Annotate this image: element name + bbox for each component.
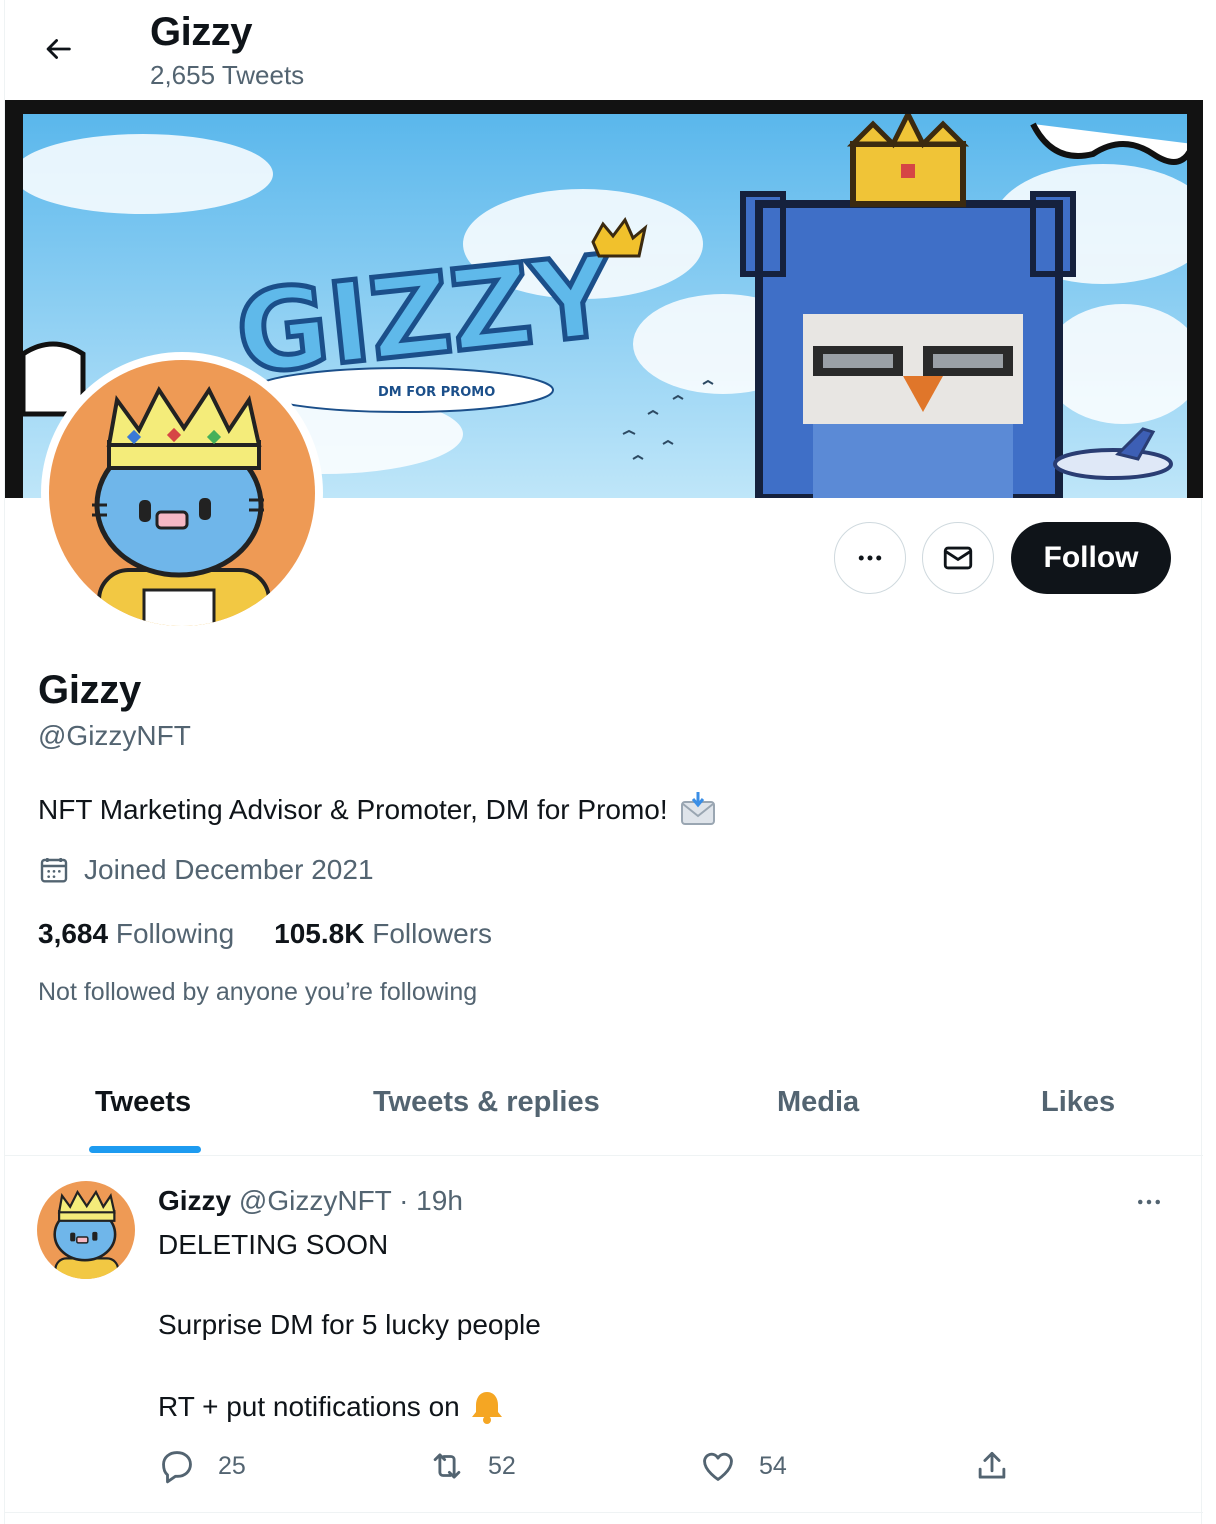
reply-count: 25 (218, 1451, 246, 1480)
followers-link[interactable]: 105.8K Followers (274, 918, 492, 950)
profile-bio: NFT Marketing Advisor & Promoter, DM for… (38, 790, 718, 830)
like-icon (703, 1452, 733, 1481)
following-link[interactable]: 3,684 Following (38, 918, 234, 950)
tweet-avatar-image (37, 1181, 135, 1279)
joined-text: Joined December 2021 (84, 854, 374, 885)
tweet-actions: 25 52 54 (158, 1447, 1058, 1497)
profile-avatar[interactable] (41, 352, 323, 634)
profile-tabs: Tweets Tweets & replies Media Likes (5, 1060, 1203, 1156)
followers-count: 105.8K (274, 918, 365, 949)
like-button[interactable]: 54 (699, 1447, 787, 1485)
bio-text: NFT Marketing Advisor & Promoter, DM for… (38, 794, 668, 825)
tweet-text-line-2: Surprise DM for 5 lucky people (158, 1309, 541, 1340)
incoming-envelope-emoji (680, 792, 715, 825)
profile-header: Gizzy 2,655 Tweets (5, 0, 1203, 100)
like-count: 54 (759, 1451, 787, 1480)
bell-emoji (471, 1392, 502, 1424)
calendar-icon (40, 858, 68, 883)
tab-tweets[interactable]: Tweets (95, 1086, 191, 1119)
more-options-button[interactable] (834, 522, 906, 594)
tweet-separator: · (399, 1185, 409, 1216)
back-arrow-icon (46, 39, 71, 59)
follow-stats: 3,684 Following 105.8K Followers (38, 918, 492, 950)
retweet-button[interactable]: 52 (428, 1447, 516, 1485)
message-button[interactable] (922, 522, 994, 594)
profile-name: Gizzy (38, 668, 141, 712)
following-count: 3,684 (38, 918, 109, 949)
profile-column: Gizzy 2,655 Tweets GIZZY DM FOR PROMO Fo… (4, 0, 1203, 1524)
active-tab-indicator (89, 1146, 201, 1153)
tweet-card[interactable]: Gizzy @GizzyNFT · 19h DELETING SOON Surp… (5, 1157, 1203, 1513)
follow-button[interactable]: Follow (1011, 522, 1171, 594)
tweet-time[interactable]: 19h (416, 1185, 463, 1216)
svg-text:DM FOR PROMO: DM FOR PROMO (378, 385, 495, 400)
tab-media[interactable]: Media (777, 1086, 859, 1119)
followers-label: Followers (372, 918, 493, 949)
more-icon (1138, 1199, 1160, 1205)
tweet-author-name[interactable]: Gizzy (158, 1185, 231, 1216)
reply-icon (162, 1451, 192, 1484)
following-label: Following (115, 918, 235, 949)
retweet-count: 52 (488, 1451, 516, 1480)
tab-tweets-replies[interactable]: Tweets & replies (373, 1086, 600, 1119)
tweet-text-line-1: DELETING SOON (158, 1229, 389, 1260)
tweet-header: Gizzy @GizzyNFT · 19h (158, 1185, 463, 1217)
tweet-more-button[interactable] (1129, 1187, 1169, 1217)
tab-likes[interactable]: Likes (1041, 1086, 1115, 1119)
joined-date: Joined December 2021 (38, 854, 374, 886)
not-followed-note: Not followed by anyone you’re following (38, 978, 478, 1006)
profile-handle: @GizzyNFT (38, 720, 191, 751)
share-button[interactable] (973, 1447, 1011, 1485)
tweet-avatar[interactable] (37, 1181, 135, 1279)
more-icon (858, 555, 882, 561)
tweet-text-line-3: RT + put notifications on (158, 1389, 504, 1425)
header-tweet-count: 2,655 Tweets (150, 60, 305, 90)
tweet-text-line-3-text: RT + put notifications on (158, 1391, 460, 1422)
header-title: Gizzy (150, 10, 252, 54)
mail-icon (943, 546, 973, 570)
share-icon (978, 1451, 1006, 1479)
reply-button[interactable]: 25 (158, 1447, 246, 1485)
retweet-icon (433, 1453, 461, 1479)
back-button[interactable] (35, 26, 81, 72)
tweet-author-handle[interactable]: @GizzyNFT (239, 1185, 391, 1216)
avatar-image (49, 360, 315, 626)
